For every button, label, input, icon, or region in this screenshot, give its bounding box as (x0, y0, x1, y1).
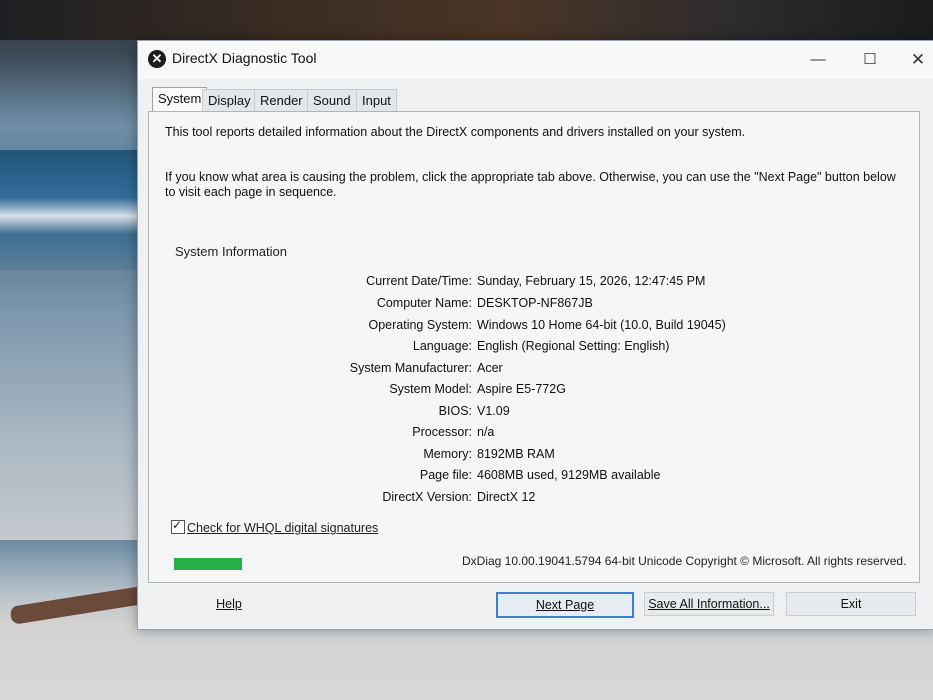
info-label: Computer Name: (376, 296, 472, 310)
next-page-label: Next Page (535, 598, 595, 612)
intro-text-1: This tool reports detailed information a… (165, 125, 746, 139)
info-label: DirectX Version: (382, 490, 472, 504)
info-label: Current Date/Time: (366, 274, 472, 288)
info-row-memory: Memory: 8192MB RAM (161, 447, 909, 467)
info-label: Language: (412, 339, 472, 353)
info-value: 8192MB RAM (477, 447, 555, 461)
info-value: Sunday, February 15, 2026, 12:47:45 PM (477, 274, 706, 288)
directx-icon: ✕ (148, 50, 166, 68)
info-label: Processor: (412, 425, 472, 439)
whql-checkbox[interactable] (171, 518, 185, 534)
desktop-wallpaper-sea (0, 150, 145, 270)
info-row-directx-version: DirectX Version: DirectX 12 (161, 490, 909, 510)
info-label: System Model: (389, 382, 472, 396)
help-button[interactable]: Help (178, 592, 280, 616)
info-value: 4608MB used, 9129MB available (477, 468, 661, 482)
info-label: Memory: (423, 447, 472, 461)
dxdiag-window: ✕ DirectX Diagnostic Tool — ☐ ✕ System D… (137, 40, 933, 630)
info-value: Windows 10 Home 64-bit (10.0, Build 1904… (477, 318, 726, 332)
progress-bar (174, 558, 242, 570)
tab-input[interactable]: Input (356, 89, 397, 112)
whql-check[interactable]: Check for WHQL digital signatures (171, 518, 379, 535)
whql-label: Check for WHQL digital signatures (187, 521, 379, 535)
info-row-operating-system: Operating System: Windows 10 Home 64-bit… (161, 318, 909, 338)
info-value: DESKTOP-NF867JB (477, 296, 593, 310)
info-value: DirectX 12 (477, 490, 536, 504)
info-row-model: System Model: Aspire E5-772G (161, 382, 909, 402)
info-row-manufacturer: System Manufacturer: Acer (161, 361, 909, 381)
title-bar[interactable]: ✕ DirectX Diagnostic Tool — ☐ ✕ (138, 41, 933, 79)
intro-text-2: If you know what area is causing the pro… (165, 170, 896, 199)
info-row-bios: BIOS: V1.09 (161, 404, 909, 424)
info-value: English (Regional Setting: English) (477, 339, 670, 353)
save-all-information-button[interactable]: Save All Information... (644, 592, 774, 616)
info-label: BIOS: (438, 404, 472, 418)
save-label: Save All Information... (648, 597, 770, 611)
info-value: n/a (477, 425, 495, 439)
copyright-text: DxDiag 10.00.19041.5794 64-bit Unicode C… (462, 554, 907, 568)
info-label: Operating System: (368, 318, 472, 332)
tab-display[interactable]: Display (202, 89, 257, 112)
system-information-group: System Information Current Date/Time: Su… (161, 244, 909, 504)
info-value: V1.09 (477, 404, 510, 418)
info-value: Acer (477, 361, 503, 375)
exit-button[interactable]: Exit (786, 592, 916, 616)
info-label: System Manufacturer: (349, 361, 472, 375)
tab-sound[interactable]: Sound (307, 89, 357, 112)
info-row-processor: Processor: n/a (161, 425, 909, 445)
progress-bar-fill (174, 558, 242, 570)
tab-render[interactable]: Render (254, 89, 309, 112)
desktop-background-top (0, 0, 933, 40)
system-tab-panel: This tool reports detailed information a… (148, 111, 920, 583)
info-row-page-file: Page file: 4608MB used, 9129MB available (161, 468, 909, 488)
info-row-computer-name: Computer Name: DESKTOP-NF867JB (161, 296, 909, 316)
close-button[interactable]: ✕ (898, 47, 933, 73)
system-information-title: System Information (175, 244, 287, 259)
minimize-button[interactable]: — (798, 47, 838, 73)
info-label: Page file: (419, 468, 472, 482)
info-value: Aspire E5-772G (477, 382, 566, 396)
next-page-button[interactable]: Next Page (496, 592, 634, 618)
info-row-datetime: Current Date/Time: Sunday, February 15, … (161, 274, 909, 294)
tab-system[interactable]: System (152, 87, 208, 112)
window-title: DirectX Diagnostic Tool (172, 50, 317, 66)
info-row-language: Language: English (Regional Setting: Eng… (161, 339, 909, 359)
maximize-button[interactable]: ☐ (850, 47, 890, 73)
